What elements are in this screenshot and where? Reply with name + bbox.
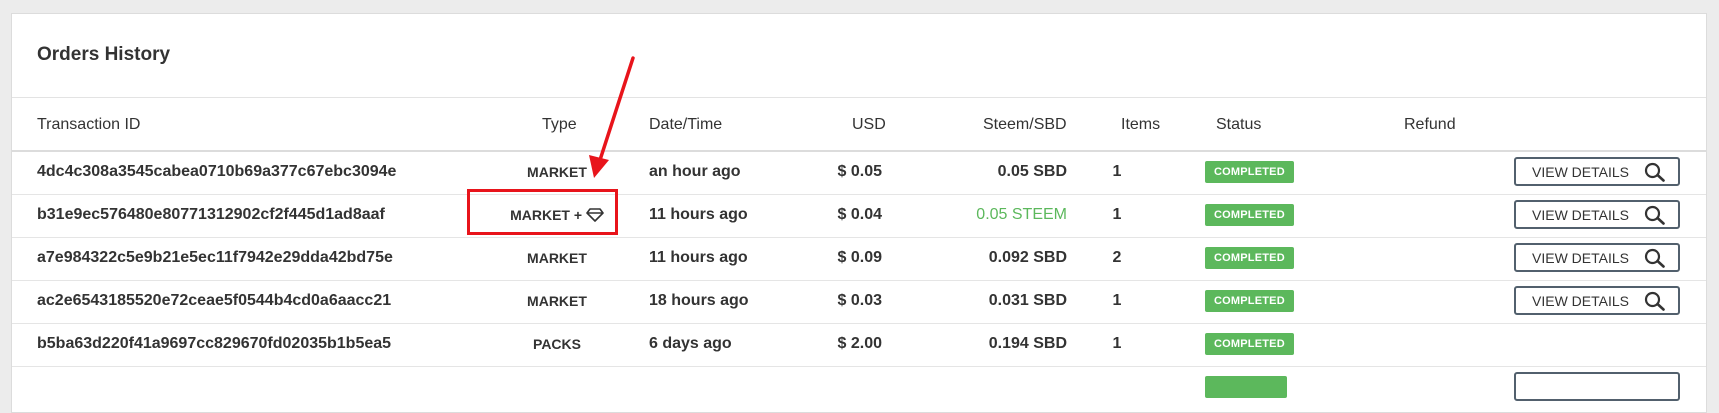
column-header-datetime: Date/Time bbox=[649, 116, 723, 133]
order-items: 1 bbox=[1112, 163, 1122, 180]
order-datetime: an hour ago bbox=[649, 163, 741, 180]
status-badge: COMPLETED bbox=[1205, 161, 1294, 183]
order-datetime: 18 hours ago bbox=[649, 292, 749, 309]
status-badge: COMPLETED bbox=[1205, 204, 1294, 226]
view-details-button[interactable]: VIEW DETAILS bbox=[1514, 286, 1680, 315]
order-items: 1 bbox=[1112, 292, 1122, 309]
order-items: 1 bbox=[1112, 335, 1122, 352]
table-row: a7e984322c5e9b21e5ec11f7942e29dda42bd75e… bbox=[12, 238, 1706, 281]
table-header: Transaction ID Type Date/Time USD Steem/… bbox=[12, 98, 1706, 152]
table-row: b5ba63d220f41a9697cc829670fd02035b1b5ea5… bbox=[12, 324, 1706, 367]
table-row bbox=[12, 367, 1706, 410]
annotation-highlight-box bbox=[467, 189, 618, 235]
orders-history-panel: Orders History Transaction ID Type Date/… bbox=[11, 13, 1707, 413]
view-details-button[interactable]: VIEW DETAILS bbox=[1514, 157, 1680, 186]
search-icon bbox=[1644, 205, 1665, 225]
search-icon bbox=[1644, 162, 1665, 182]
table-row: b31e9ec576480e80771312902cf2f445d1ad8aaf… bbox=[12, 195, 1706, 238]
order-datetime: 6 days ago bbox=[649, 335, 732, 352]
order-usd: $ 0.05 bbox=[837, 163, 882, 180]
transaction-id: b5ba63d220f41a9697cc829670fd02035b1b5ea5 bbox=[37, 335, 392, 352]
column-header-refund: Refund bbox=[1404, 116, 1456, 133]
view-details-label: VIEW DETAILS bbox=[1532, 164, 1629, 180]
status-badge bbox=[1205, 376, 1287, 398]
view-details-button[interactable] bbox=[1514, 372, 1680, 401]
order-usd: $ 0.09 bbox=[837, 249, 882, 266]
transaction-id: b31e9ec576480e80771312902cf2f445d1ad8aaf bbox=[37, 206, 385, 223]
order-items: 1 bbox=[1112, 206, 1122, 223]
view-details-label: VIEW DETAILS bbox=[1532, 207, 1629, 223]
page-title: Orders History bbox=[37, 44, 171, 65]
order-type: MARKET bbox=[527, 293, 587, 309]
transaction-id: a7e984322c5e9b21e5ec11f7942e29dda42bd75e bbox=[37, 249, 393, 266]
order-usd: $ 0.03 bbox=[837, 292, 882, 309]
status-badge: COMPLETED bbox=[1205, 247, 1294, 269]
order-type: MARKET bbox=[527, 250, 587, 266]
status-badge: COMPLETED bbox=[1205, 333, 1294, 355]
transaction-id: ac2e6543185520e72ceae5f0544b4cd0a6aacc21 bbox=[37, 292, 392, 309]
table-row: 4dc4c308a3545cabea0710b69a377c67ebc3094e… bbox=[12, 152, 1706, 195]
order-usd: $ 2.00 bbox=[837, 335, 882, 352]
order-type: PACKS bbox=[533, 336, 581, 352]
transaction-id: 4dc4c308a3545cabea0710b69a377c67ebc3094e bbox=[37, 163, 397, 180]
column-header-steem: Steem/SBD bbox=[983, 116, 1067, 133]
view-details-button[interactable]: VIEW DETAILS bbox=[1514, 200, 1680, 229]
view-details-button[interactable]: VIEW DETAILS bbox=[1514, 243, 1680, 272]
search-icon bbox=[1644, 248, 1665, 268]
view-details-label: VIEW DETAILS bbox=[1532, 293, 1629, 309]
order-type: MARKET bbox=[527, 164, 587, 180]
order-steem: 0.194 SBD bbox=[988, 335, 1067, 352]
order-datetime: 11 hours ago bbox=[649, 249, 748, 266]
table-row: ac2e6543185520e72ceae5f0544b4cd0a6aacc21… bbox=[12, 281, 1706, 324]
column-header-status: Status bbox=[1216, 116, 1262, 133]
search-icon bbox=[1644, 291, 1665, 311]
status-badge: COMPLETED bbox=[1205, 290, 1294, 312]
order-datetime: 11 hours ago bbox=[649, 206, 748, 223]
order-steem: 0.05 SBD bbox=[997, 163, 1067, 180]
order-items: 2 bbox=[1112, 249, 1122, 266]
order-steem: 0.031 SBD bbox=[988, 292, 1067, 309]
column-header-items: Items bbox=[1121, 116, 1161, 133]
column-header-type: Type bbox=[542, 116, 577, 133]
order-steem: 0.05 STEEM bbox=[976, 206, 1067, 223]
column-header-usd: USD bbox=[852, 116, 886, 133]
view-details-label: VIEW DETAILS bbox=[1532, 250, 1629, 266]
column-header-txid: Transaction ID bbox=[37, 116, 141, 133]
order-steem: 0.092 SBD bbox=[988, 249, 1067, 266]
order-usd: $ 0.04 bbox=[837, 206, 882, 223]
